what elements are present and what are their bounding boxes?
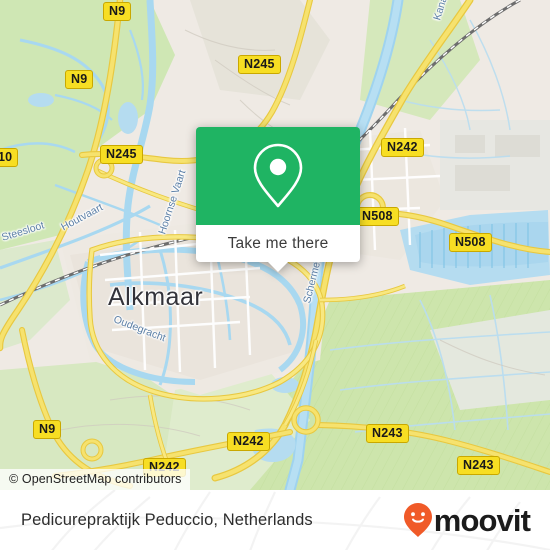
location-popup-card[interactable]: Take me there [196, 127, 360, 272]
road-shield: N242 [381, 138, 424, 158]
place-title: Pedicurepraktijk Peduccio, Netherlands [21, 510, 313, 529]
road-shield: N508 [356, 207, 399, 227]
take-me-there-label: Take me there [227, 234, 329, 252]
footer-bar: Pedicurepraktijk Peduccio, Netherlands m… [0, 490, 550, 550]
moovit-pin-icon [403, 503, 432, 537]
moovit-wordmark: moovit [433, 502, 531, 538]
osm-attribution: © OpenStreetMap contributors [0, 469, 190, 490]
road-shield: 10 [0, 148, 19, 168]
road-shield: N242 [227, 432, 270, 452]
road-shield: N243 [457, 456, 500, 476]
take-me-there-button[interactable]: Take me there [196, 225, 360, 272]
moovit-brand[interactable]: moovit [403, 502, 531, 538]
road-shield: N9 [103, 2, 132, 22]
popup-pointer [267, 261, 289, 272]
road-shield: N508 [449, 233, 492, 253]
road-shield: N9 [33, 420, 62, 440]
footer-content: Pedicurepraktijk Peduccio, Netherlands m… [0, 490, 550, 550]
road-shield: N245 [100, 145, 143, 165]
road-shield: N9 [65, 70, 94, 90]
road-shield: N243 [366, 424, 409, 444]
map-pin-icon [253, 143, 303, 208]
road-shield: N245 [238, 55, 281, 75]
screenshot-root: N9 N245 N9 10 N245 N242 N508 N508 N9 N242 N242 N243… [0, 0, 550, 550]
popup-header [196, 127, 360, 225]
